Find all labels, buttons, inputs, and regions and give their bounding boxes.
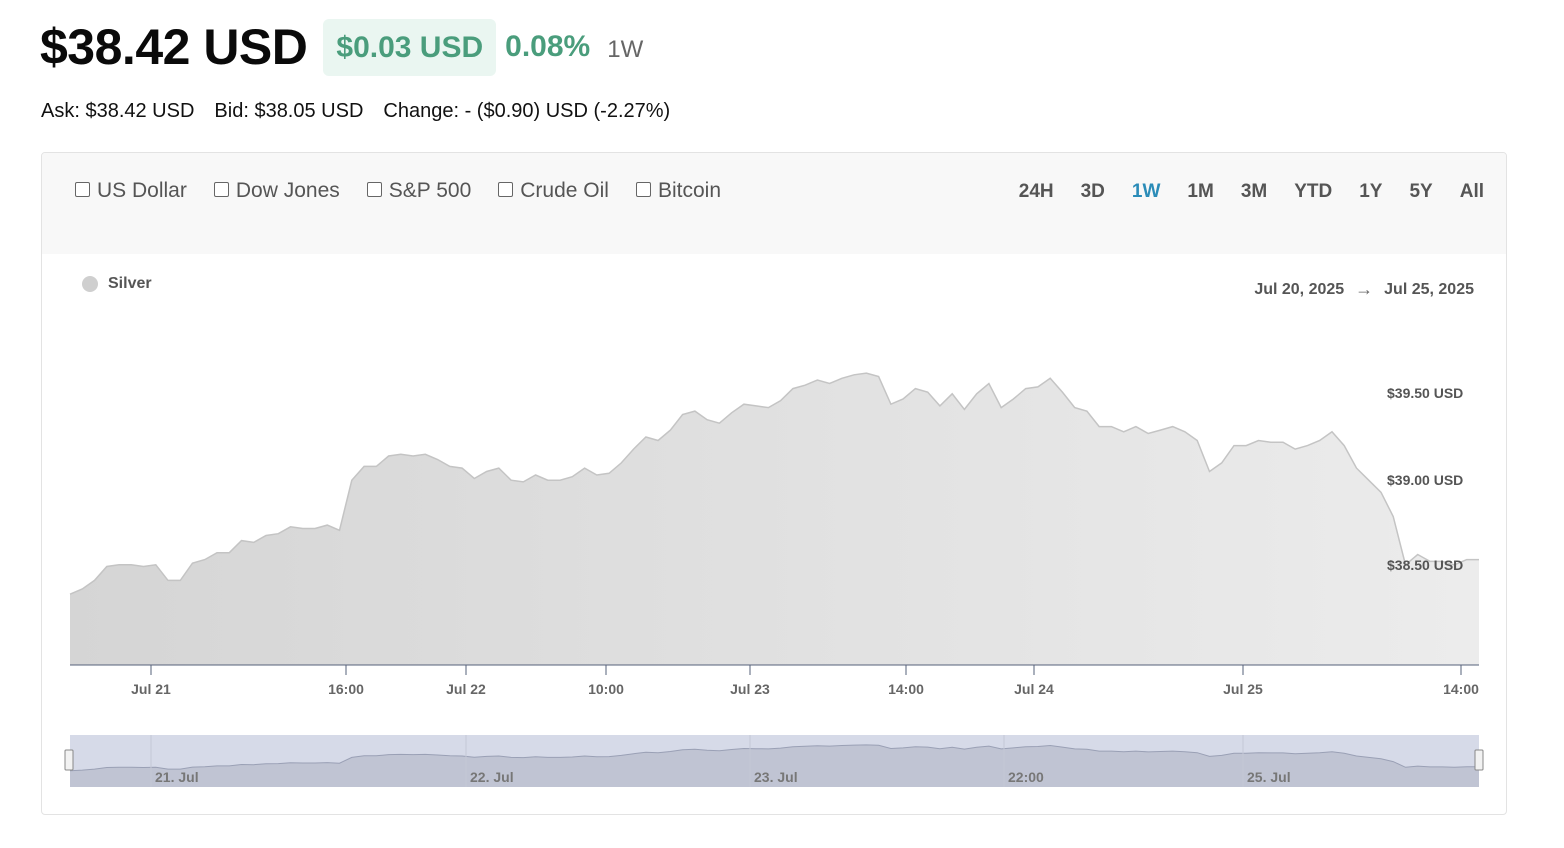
price-area <box>70 373 1479 665</box>
x-tick-label: Jul 25 <box>1223 681 1263 697</box>
ask-price: Ask: $38.42 USD <box>41 100 195 122</box>
x-tick-label: 14:00 <box>1443 681 1479 697</box>
navigator-tick-label: 23. Jul <box>754 769 798 785</box>
current-price: $38.42 USD <box>40 19 308 75</box>
period-change: Change: - ($0.90) USD (-2.27%) <box>383 100 671 122</box>
quote-details: Ask: $38.42 USD Bid: $38.05 USD Change: … <box>41 100 670 123</box>
price-header: $38.42 USD $0.03 USD 0.08% 1W <box>40 16 643 78</box>
x-tick-label: Jul 23 <box>730 681 770 697</box>
change-period: 1W <box>607 36 644 63</box>
x-tick-label: 14:00 <box>888 681 924 697</box>
x-tick-label: Jul 22 <box>446 681 486 697</box>
y-tick-label: $39.00 USD <box>1387 472 1463 488</box>
chart-panel: US Dollar Dow Jones S&P 500 Crude Oil Bi… <box>41 152 1507 815</box>
navigator[interactable]: 21. Jul 22. Jul 23. Jul 22:00 25. Jul <box>64 735 1484 787</box>
x-tick-label: Jul 24 <box>1014 681 1054 697</box>
bid-price: Bid: $38.05 USD <box>214 100 364 122</box>
price-chart[interactable]: Jul 21 16:00 Jul 22 10:00 Jul 23 14:00 Jul 24 J… <box>42 153 1507 815</box>
navigator-handle-left[interactable] <box>64 749 74 771</box>
x-tick-label: Jul 21 <box>131 681 171 697</box>
x-tick-label: 10:00 <box>588 681 624 697</box>
change-percent: 0.08% <box>505 30 591 63</box>
navigator-tick-label: 21. Jul <box>155 769 199 785</box>
change-amount-badge: $0.03 USD <box>323 18 497 76</box>
navigator-tick-label: 22:00 <box>1008 769 1044 785</box>
navigator-handle-right[interactable] <box>1474 749 1484 771</box>
y-tick-label: $38.50 USD <box>1387 557 1463 573</box>
x-tick-label: 16:00 <box>328 681 364 697</box>
y-tick-label: $39.50 USD <box>1387 385 1463 401</box>
navigator-tick-label: 22. Jul <box>470 769 514 785</box>
navigator-tick-label: 25. Jul <box>1247 769 1291 785</box>
